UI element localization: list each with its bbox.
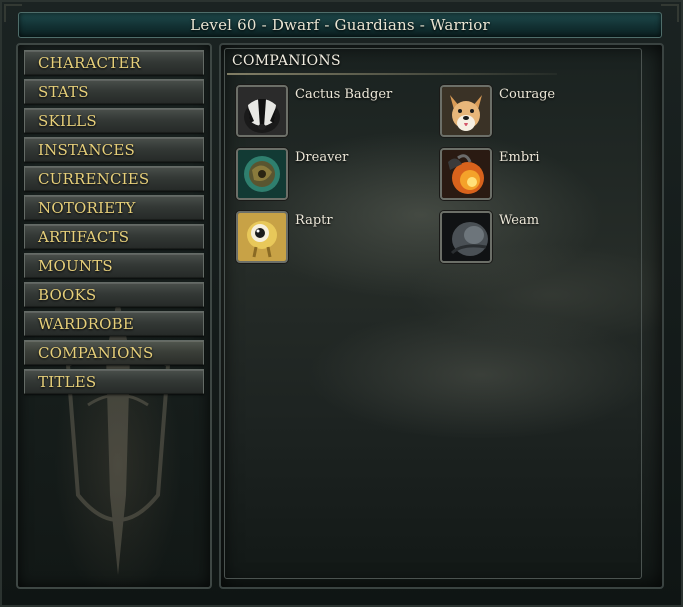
sidebar: CHARACTER STATS SKILLS INSTANCES CURRENC… xyxy=(16,43,212,589)
sidebar-item-label: STATS xyxy=(38,82,89,101)
sidebar-item-label: WARDROBE xyxy=(38,314,134,333)
corner-ornament xyxy=(661,4,679,22)
character-window: Level 60 - Dwarf - Guardians - Warrior C… xyxy=(0,0,683,607)
raptr-portrait-icon xyxy=(236,211,288,263)
sidebar-item-artifacts[interactable]: ARTIFACTS xyxy=(24,224,204,249)
dog-portrait-icon xyxy=(440,85,492,137)
sidebar-item-label: ARTIFACTS xyxy=(38,227,130,246)
sidebar-item-label: COMPANIONS xyxy=(38,343,154,362)
companion-courage[interactable]: Courage xyxy=(440,85,555,137)
sidebar-item-wardrobe[interactable]: WARDROBE xyxy=(24,311,204,336)
companion-embri[interactable]: Embri xyxy=(440,148,540,200)
sidebar-item-instances[interactable]: INSTANCES xyxy=(24,137,204,162)
dreaver-portrait-icon xyxy=(236,148,288,200)
sidebar-item-titles[interactable]: TITLES xyxy=(24,369,204,394)
sidebar-item-label: NOTORIETY xyxy=(38,198,136,217)
companion-name: Cactus Badger xyxy=(295,87,393,102)
sidebar-item-mounts[interactable]: MOUNTS xyxy=(24,253,204,278)
companion-name: Dreaver xyxy=(295,150,349,165)
sidebar-item-books[interactable]: BOOKS xyxy=(24,282,204,307)
sidebar-item-label: INSTANCES xyxy=(38,140,135,159)
companion-name: Raptr xyxy=(295,213,333,228)
sidebar-item-label: TITLES xyxy=(38,372,97,391)
sidebar-item-label: CHARACTER xyxy=(38,53,142,72)
companion-dreaver[interactable]: Dreaver xyxy=(236,148,348,200)
companions-panel: COMPANIONS Cactus Badger Courage Dreaver… xyxy=(219,43,664,589)
sidebar-item-character[interactable]: CHARACTER xyxy=(24,50,204,75)
window-title: Level 60 - Dwarf - Guardians - Warrior xyxy=(190,16,490,34)
sidebar-item-companions[interactable]: COMPANIONS xyxy=(24,340,204,365)
sidebar-item-skills[interactable]: SKILLS xyxy=(24,108,204,133)
companion-cactus-badger[interactable]: Cactus Badger xyxy=(236,85,392,137)
sidebar-item-label: BOOKS xyxy=(38,285,97,304)
sidebar-item-stats[interactable]: STATS xyxy=(24,79,204,104)
companion-raptr[interactable]: Raptr xyxy=(236,211,333,263)
sidebar-item-label: MOUNTS xyxy=(38,256,113,275)
companion-name: Weam xyxy=(499,213,540,228)
companion-name: Courage xyxy=(499,87,556,102)
sidebar-item-notoriety[interactable]: NOTORIETY xyxy=(24,195,204,220)
weam-portrait-icon xyxy=(440,211,492,263)
sidebar-item-currencies[interactable]: CURRENCIES xyxy=(24,166,204,191)
embri-portrait-icon xyxy=(440,148,492,200)
window-title-bar[interactable]: Level 60 - Dwarf - Guardians - Warrior xyxy=(18,12,662,38)
badger-portrait-icon xyxy=(236,85,288,137)
title-divider xyxy=(227,73,557,75)
companion-weam[interactable]: Weam xyxy=(440,211,539,263)
sidebar-item-label: SKILLS xyxy=(38,111,97,130)
companion-name: Embri xyxy=(499,150,540,165)
sidebar-item-label: CURRENCIES xyxy=(38,169,150,188)
sidebar-nav: CHARACTER STATS SKILLS INSTANCES CURRENC… xyxy=(24,50,204,398)
section-title: COMPANIONS xyxy=(232,53,341,69)
